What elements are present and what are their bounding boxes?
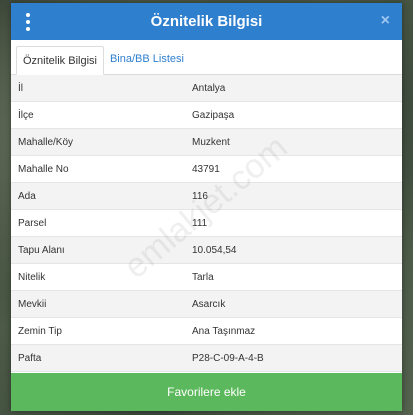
panel-header: Öznitelik Bilgisi × [11,3,402,40]
attribute-value: P28-C-09-A-4-B [185,344,402,372]
menu-dot [26,13,30,17]
tab-bar: Öznitelik Bilgisi Bina/BB Listesi [11,40,402,75]
attribute-key: İl [11,75,185,102]
attribute-value: Asarcık [185,290,402,318]
attribute-key: Mahalle/Köy [11,128,185,156]
menu-dot [26,27,30,31]
close-icon[interactable]: × [381,12,390,30]
attribute-info-panel: Öznitelik Bilgisi × Öznitelik Bilgisi Bi… [11,3,402,411]
add-to-favorites-button[interactable]: Favorilere ekle [11,373,402,411]
table-row: Mevkii Asarcık [11,290,402,318]
attribute-key: Parsel [11,209,185,237]
attribute-value: 116 [185,182,402,210]
table-row: İl Antalya [11,75,402,102]
attribute-value: Gazipaşa [185,101,402,129]
attribute-table: İl Antalya İlçe Gazipaşa Mahalle/Köy Muz… [11,75,402,372]
table-row: Mahalle No 43791 [11,155,402,183]
attribute-value: 10.054,54 [185,236,402,264]
table-row: Ada 116 [11,182,402,210]
attribute-value: Ana Taşınmaz [185,317,402,345]
attribute-key: Nitelik [11,263,185,291]
attribute-value: 111 [185,209,402,237]
table-row: Parsel 111 [11,209,402,237]
tab-building-list[interactable]: Bina/BB Listesi [104,45,190,74]
table-row: İlçe Gazipaşa [11,101,402,129]
attribute-key: Pafta [11,344,185,372]
attribute-value: Muzkent [185,128,402,156]
table-row: Nitelik Tarla [11,263,402,291]
vertical-ellipsis-icon[interactable] [25,13,31,31]
tab-attribute-info[interactable]: Öznitelik Bilgisi [16,46,104,75]
attribute-key: Ada [11,182,185,210]
table-row: Tapu Alanı 10.054,54 [11,236,402,264]
attribute-value: 43791 [185,155,402,183]
table-row: Mahalle/Köy Muzkent [11,128,402,156]
attribute-key: Zemin Tip [11,317,185,345]
table-row: Zemin Tip Ana Taşınmaz [11,317,402,345]
menu-dot [26,20,30,24]
attribute-key: İlçe [11,101,185,129]
attribute-key: Mevkii [11,290,185,318]
attribute-key: Mahalle No [11,155,185,183]
table-row: Pafta P28-C-09-A-4-B [11,344,402,372]
attribute-value: Tarla [185,263,402,291]
attribute-key: Tapu Alanı [11,236,185,264]
attribute-value: Antalya [185,75,402,102]
panel-title: Öznitelik Bilgisi [150,13,263,30]
